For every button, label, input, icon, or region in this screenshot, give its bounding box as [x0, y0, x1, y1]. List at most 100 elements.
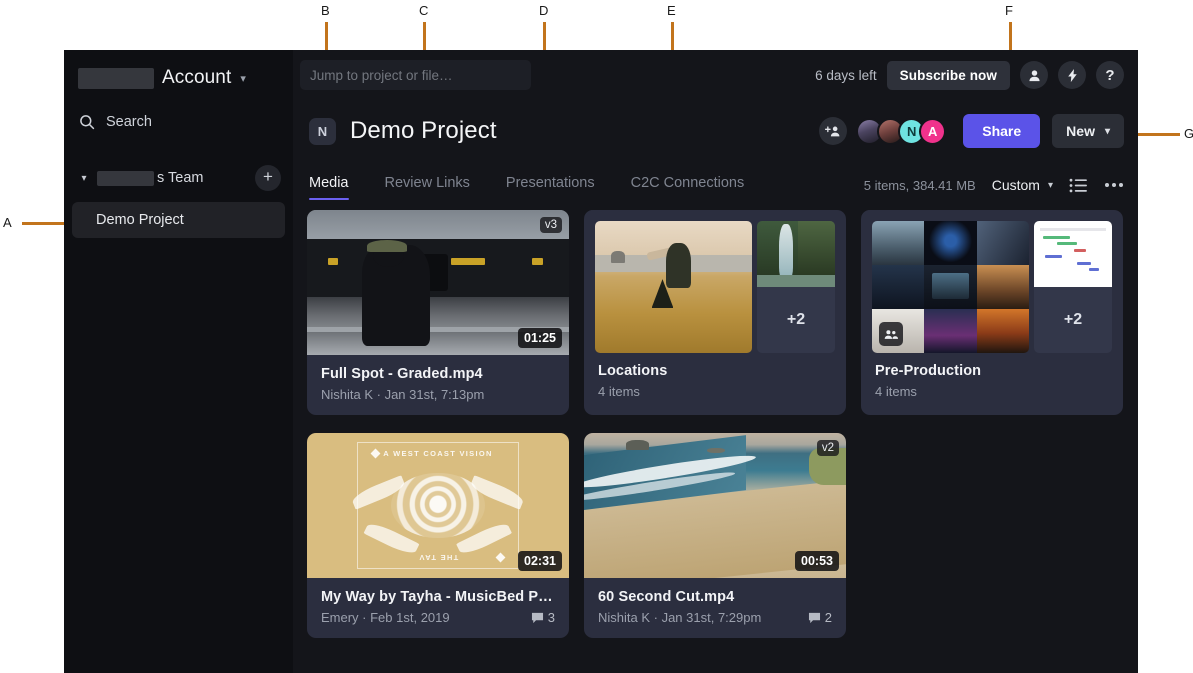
more-options-button[interactable]	[1104, 182, 1124, 188]
new-button-label: New	[1066, 123, 1095, 139]
media-card-title: 60 Second Cut.mp4	[598, 589, 832, 605]
media-thumbnail[interactable]: A WEST COAST VISION THE TAV 02:31	[307, 433, 569, 578]
member-avatars: N A	[856, 118, 946, 145]
top-bar-right: 6 days left Subscribe now ?	[815, 61, 1124, 90]
folder-more-count: +2	[757, 287, 835, 353]
media-card-subtitle: Nishita K · Jan 31st, 7:13pm	[321, 387, 555, 402]
media-card-info: Pre-Production 4 items	[872, 353, 1112, 412]
comment-count-label: 2	[825, 610, 832, 625]
folder-primary-thumbnail	[872, 221, 1029, 353]
comment-bubble-icon	[808, 612, 821, 624]
share-button[interactable]: Share	[963, 114, 1040, 148]
comment-count-label: 3	[548, 610, 555, 625]
folder-secondary-thumbnail	[1034, 221, 1112, 287]
media-card-60-second-cut[interactable]: v2 00:53 60 Second Cut.mp4 Nishita K · J…	[584, 433, 846, 638]
items-count-meta: 5 items, 384.41 MB	[864, 178, 976, 193]
sort-dropdown[interactable]: Custom ▾	[992, 177, 1053, 193]
tab-bar: Media Review Links Presentations C2C Con…	[293, 162, 1138, 200]
media-card-meta: Emery · Feb 1st, 2019	[321, 610, 450, 625]
add-project-button[interactable]: +	[255, 165, 281, 191]
tab-bar-right: 5 items, 384.41 MB Custom ▾	[864, 177, 1124, 200]
media-thumbnail[interactable]: v2 00:53	[584, 433, 846, 578]
media-card-title: Full Spot - Graded.mp4	[321, 366, 555, 382]
add-person-button[interactable]	[819, 117, 847, 145]
top-bar: Jump to project or file… 6 days left Sub…	[293, 50, 1138, 100]
account-switcher[interactable]: Account ▾	[64, 56, 293, 98]
folder-more-count: +2	[1034, 287, 1112, 353]
thumbnail-art	[1034, 221, 1112, 287]
media-card-subtitle: Emery · Feb 1st, 2019 3	[321, 610, 555, 625]
jump-to-search-input[interactable]: Jump to project or file…	[300, 60, 531, 90]
main-panel: Jump to project or file… 6 days left Sub…	[293, 50, 1138, 673]
person-icon-button[interactable]	[1020, 61, 1048, 89]
subscribe-now-button[interactable]: Subscribe now	[887, 61, 1010, 90]
media-card-pre-production[interactable]: +2 Pre-Production 4 items	[861, 210, 1123, 415]
version-badge: v3	[540, 217, 562, 233]
chevron-down-icon: ▾	[1105, 126, 1110, 137]
chevron-down-icon[interactable]: ▾	[77, 173, 91, 184]
project-header-actions: N A Share New ▾	[819, 114, 1124, 148]
media-card-info: 60 Second Cut.mp4 Nishita K · Jan 31st, …	[584, 578, 846, 638]
tab-presentations[interactable]: Presentations	[506, 175, 595, 200]
duration-badge: 02:31	[518, 551, 562, 571]
trial-days-left: 6 days left	[815, 68, 877, 83]
annotation-label-A: A	[3, 215, 12, 230]
media-card-locations[interactable]: +2 Locations 4 items	[584, 210, 846, 415]
team-name: s Team	[97, 170, 203, 186]
annotation-label-G: G	[1184, 126, 1193, 141]
chevron-down-icon: ▾	[240, 72, 246, 85]
account-name-redacted	[78, 68, 154, 89]
sidebar-item-demo-project[interactable]: Demo Project	[72, 202, 285, 238]
media-thumbnail[interactable]: v3 01:25	[307, 210, 569, 355]
annotation-label-B: B	[321, 3, 330, 18]
media-card-meta: Nishita K · Jan 31st, 7:13pm	[321, 387, 484, 402]
comment-bubble-icon	[531, 612, 544, 624]
album-art-caption-bottom: THE TAV	[358, 553, 518, 562]
media-card-meta: 4 items	[875, 384, 917, 399]
media-card-title: Pre-Production	[875, 363, 1109, 379]
sidebar-item-label: Demo Project	[96, 212, 184, 228]
tab-media[interactable]: Media	[309, 175, 349, 200]
folder-secondary-thumbnail	[757, 221, 835, 287]
project-header: N Demo Project N A	[293, 100, 1138, 162]
new-button[interactable]: New ▾	[1052, 114, 1124, 148]
comment-count[interactable]: 2	[808, 610, 832, 625]
folder-primary-thumbnail	[595, 221, 752, 353]
lightning-bolt-icon-button[interactable]	[1058, 61, 1086, 89]
team-name-label: s Team	[157, 170, 203, 186]
thumbnail-art	[757, 221, 835, 287]
comment-count[interactable]: 3	[531, 610, 555, 625]
media-card-subtitle: 4 items	[875, 384, 1109, 399]
tab-c2c-connections[interactable]: C2C Connections	[631, 175, 745, 200]
media-card-subtitle: 4 items	[598, 384, 832, 399]
folder-secondary-column: +2	[757, 221, 835, 353]
version-badge: v2	[817, 440, 839, 456]
help-question-icon-button[interactable]: ?	[1096, 61, 1124, 89]
people-icon	[884, 329, 898, 340]
duration-badge: 01:25	[518, 328, 562, 348]
annotation-label-C: C	[419, 3, 429, 18]
folder-thumbnails: +2	[872, 221, 1112, 353]
list-view-icon	[1069, 178, 1088, 193]
shared-folder-badge	[879, 322, 903, 346]
media-card-my-way[interactable]: A WEST COAST VISION THE TAV 02:31 My Way…	[307, 433, 569, 638]
screenshot-stage: B C D E F A G Account ▾ Search	[0, 0, 1193, 673]
media-card-full-spot[interactable]: v3 01:25 Full Spot - Graded.mp4 Nishita …	[307, 210, 569, 415]
media-card-title: Locations	[598, 363, 832, 379]
list-view-button[interactable]	[1069, 178, 1088, 193]
folder-secondary-column: +2	[1034, 221, 1112, 353]
team-row[interactable]: ▾ s Team +	[64, 158, 293, 198]
annotation-label-E: E	[667, 3, 676, 18]
annotation-label-D: D	[539, 3, 549, 18]
media-card-info: Full Spot - Graded.mp4 Nishita K · Jan 3…	[307, 355, 569, 415]
add-person-icon	[825, 124, 841, 138]
tab-list: Media Review Links Presentations C2C Con…	[309, 175, 780, 200]
duration-badge: 00:53	[795, 551, 839, 571]
media-card-info: My Way by Tayha - MusicBed Pre… Emery · …	[307, 578, 569, 638]
avatar[interactable]: A	[919, 118, 946, 145]
media-card-info: Locations 4 items	[595, 353, 835, 412]
tab-review-links[interactable]: Review Links	[385, 175, 470, 200]
thumbnail-art	[595, 221, 752, 353]
sidebar-search[interactable]: Search	[64, 98, 293, 136]
chevron-down-icon: ▾	[1048, 180, 1053, 191]
